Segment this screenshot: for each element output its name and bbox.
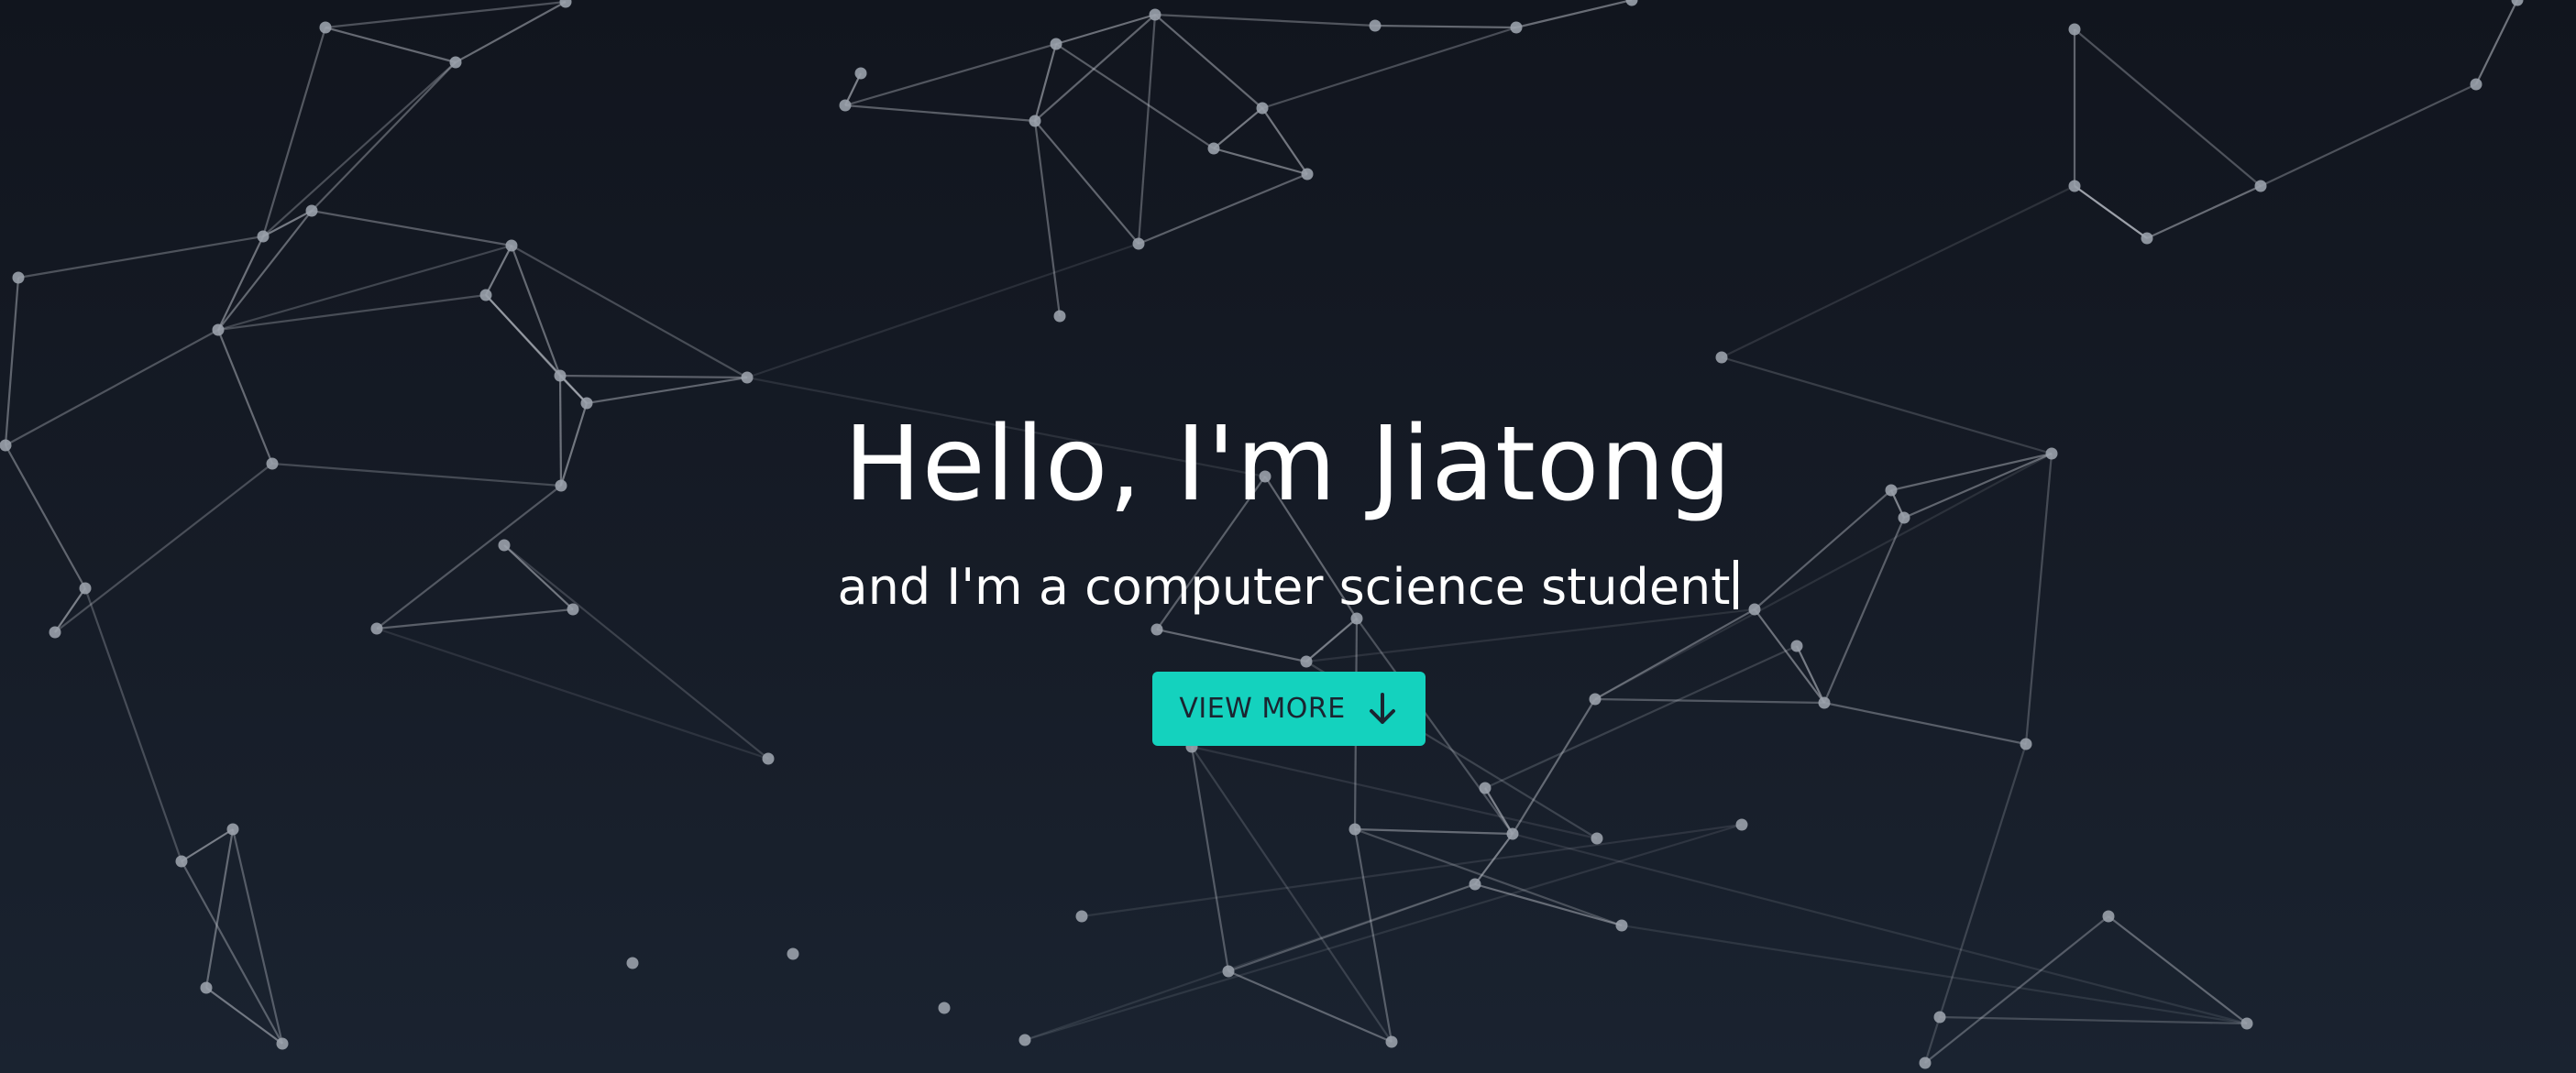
- hero-content: Hello, I'm Jiatong and I'm a computer sc…: [0, 0, 2576, 1073]
- arrow-down-icon: [1369, 692, 1395, 724]
- hero-subtitle-text: and I'm a computer science student: [837, 558, 1731, 616]
- hero-section: Hello, I'm Jiatong and I'm a computer sc…: [0, 0, 2576, 1073]
- view-more-button[interactable]: VIEW MORE: [1152, 672, 1426, 746]
- view-more-label: VIEW MORE: [1179, 693, 1346, 725]
- hero-subtitle: and I'm a computer science student: [0, 555, 2576, 619]
- hero-title: Hello, I'm Jiatong: [843, 405, 1733, 524]
- typing-cursor: [1734, 560, 1739, 609]
